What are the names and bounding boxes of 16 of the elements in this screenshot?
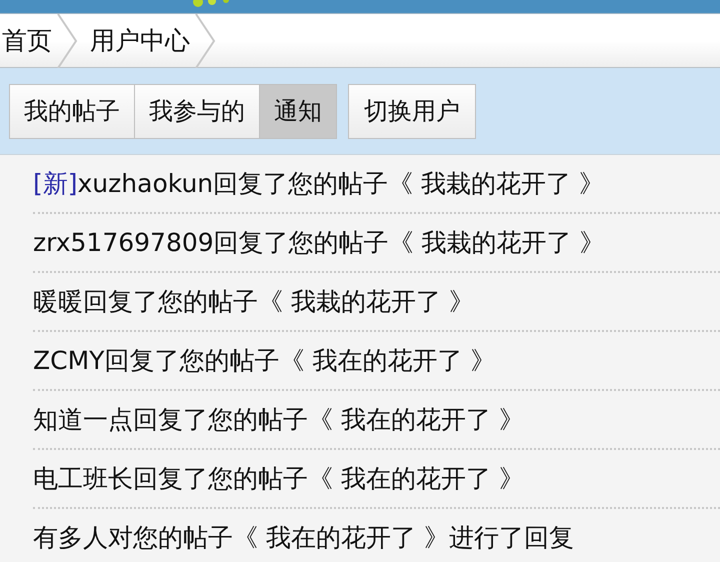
tab[interactable]: 通知 bbox=[259, 84, 337, 138]
notification-link[interactable]: zrx517697809回复了您的帖子《 我栽的花开了 》 bbox=[33, 226, 605, 259]
new-tag: [新] bbox=[33, 167, 78, 200]
notification-link[interactable]: 暖暖回复了您的帖子《 我栽的花开了 》 bbox=[33, 285, 474, 318]
notification-link[interactable]: 电工班长回复了您的帖子《 我在的花开了 》 bbox=[33, 462, 524, 495]
tab[interactable]: 我的帖子 bbox=[9, 84, 135, 138]
breadcrumb-link[interactable]: 用户中心 bbox=[88, 24, 194, 57]
tab[interactable]: 我参与的 bbox=[134, 84, 260, 138]
notification-link[interactable]: ZCMY回复了您的帖子《 我在的花开了 》 bbox=[33, 344, 496, 377]
chevron-icon bbox=[56, 14, 78, 68]
switch-user-button[interactable]: 切换用户 bbox=[348, 84, 476, 138]
notification-link[interactable]: 有多人对您的帖子《 我在的花开了 》进行了回复 bbox=[33, 521, 574, 554]
notification-link[interactable]: xuzhaokun回复了您的帖子《 我栽的花开了 》 bbox=[78, 167, 604, 200]
chevron-icon bbox=[194, 14, 216, 68]
breadcrumb-link[interactable]: 首页 bbox=[0, 24, 56, 57]
notification-link[interactable]: 知道一点回复了您的帖子《 我在的花开了 》 bbox=[33, 403, 524, 436]
